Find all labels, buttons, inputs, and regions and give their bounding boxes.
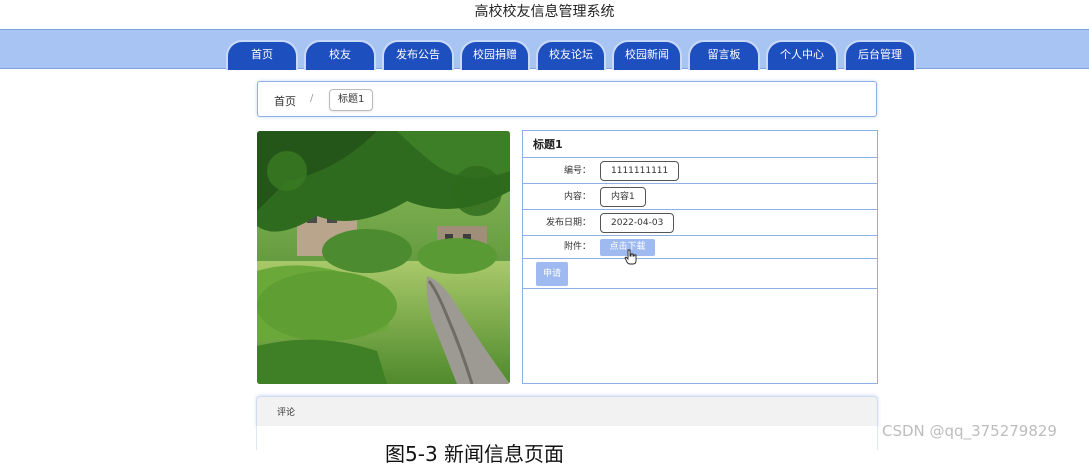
nav-tab-alumni[interactable]: 校友 <box>304 40 376 70</box>
detail-title: 标题1 <box>523 131 877 158</box>
breadcrumb: 首页 / 标题1 <box>257 81 877 117</box>
nav-tabs: 首页 校友 发布公告 校园捐赠 校友论坛 校园新闻 留言板 个人中心 后台管理 <box>226 40 916 70</box>
comments-label: 评论 <box>277 408 296 418</box>
nav-tab-news[interactable]: 校园新闻 <box>612 40 682 70</box>
nav-tab-personal-center[interactable]: 个人中心 <box>766 40 838 70</box>
nav-tab-admin[interactable]: 后台管理 <box>844 40 916 70</box>
detail-panel: 标题1 编号： 1111111111 内容： 内容1 发布日期： 2022-04… <box>522 130 878 384</box>
breadcrumb-separator: / <box>310 93 314 104</box>
field-label-number: 编号： <box>563 166 591 176</box>
field-row-number: 编号： 1111111111 <box>523 158 877 184</box>
nav-tab-donation[interactable]: 校园捐赠 <box>460 40 530 70</box>
field-label-attachment: 附件： <box>563 242 591 252</box>
field-row-attachment: 附件： 点击下载 <box>523 236 877 265</box>
comments-body <box>256 426 878 450</box>
apply-button[interactable]: 申请 <box>536 262 568 286</box>
field-value-number: 1111111111 <box>600 161 680 181</box>
site-title: 高校校友信息管理系统 <box>474 4 615 20</box>
nav-tab-forum[interactable]: 校友论坛 <box>536 40 606 70</box>
apply-area: 申请 <box>523 259 877 289</box>
nav-tab-home[interactable]: 首页 <box>226 40 298 70</box>
field-label-publish-date: 发布日期： <box>545 218 591 228</box>
breadcrumb-current: 标题1 <box>329 89 374 111</box>
comments-header: 评论 <box>256 396 878 428</box>
news-image <box>257 131 510 384</box>
watermark: CSDN @qq_375279829 <box>882 422 1057 440</box>
nav-tab-announcements[interactable]: 发布公告 <box>382 40 454 70</box>
top-navbar: 首页 校友 发布公告 校园捐赠 校友论坛 校园新闻 留言板 个人中心 后台管理 <box>0 29 1089 70</box>
field-row-publish-date: 发布日期： 2022-04-03 <box>523 210 877 236</box>
figure-caption: 图5-3 新闻信息页面 <box>385 442 565 466</box>
field-label-content: 内容： <box>563 192 591 202</box>
nav-tab-message-board[interactable]: 留言板 <box>688 40 760 70</box>
field-row-content: 内容： 内容1 <box>523 184 877 210</box>
breadcrumb-home[interactable]: 首页 <box>274 93 296 109</box>
field-value-publish-date: 2022-04-03 <box>600 213 675 233</box>
field-value-content: 内容1 <box>600 187 646 207</box>
